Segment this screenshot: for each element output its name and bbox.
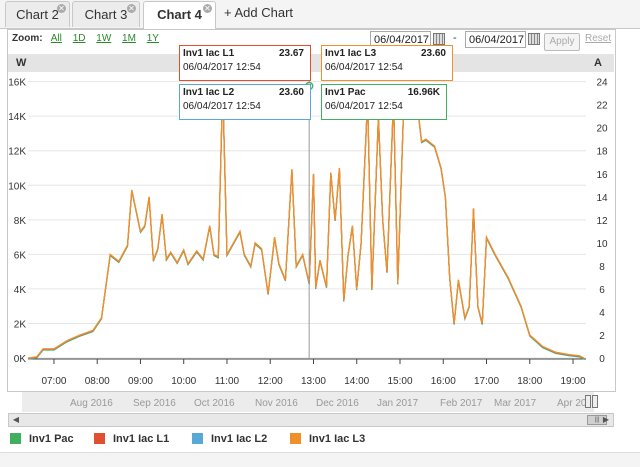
- tooltip-series-name: Inv1 Pac: [325, 87, 366, 98]
- nav-label: Dec 2016: [316, 398, 359, 409]
- legend-swatch: [10, 433, 21, 444]
- y-left-tick-label: 6K: [14, 250, 27, 261]
- x-tick-label: 17:00: [474, 376, 499, 387]
- x-tick-label: 08:00: [85, 376, 110, 387]
- x-tick-label: 19:00: [561, 376, 586, 387]
- navigator-handle[interactable]: [592, 395, 598, 408]
- x-tick-label: 09:00: [128, 376, 153, 387]
- tooltip-pac: Inv1 Pac 16.96K 06/04/2017 12:54: [321, 84, 447, 120]
- tooltip-value: 23.60: [420, 48, 446, 59]
- tooltip-time: 06/04/2017 12:54: [325, 101, 403, 112]
- y-right-tick-label: 22: [596, 101, 608, 112]
- scroll-left-arrow-icon[interactable]: ◀: [9, 414, 23, 426]
- nav-label: Jan 2017: [377, 398, 419, 409]
- tooltip-time: 06/04/2017 12:54: [325, 62, 403, 73]
- y-right-tick-label: 10: [596, 239, 608, 250]
- y-right-tick-label: 18: [596, 147, 608, 158]
- tooltip-value: 23.60: [278, 87, 304, 98]
- x-tick-label: 15:00: [387, 376, 412, 387]
- legend-item-iac-l1[interactable]: Inv1 Iac L1: [94, 433, 169, 445]
- tooltip-time: 06/04/2017 12:54: [183, 62, 261, 73]
- x-tick-label: 14:00: [344, 376, 369, 387]
- y-right-tick-label: 0: [599, 354, 605, 365]
- x-tick-label: 10:00: [171, 376, 196, 387]
- tooltip-value: 23.67: [278, 48, 304, 59]
- tooltip-time: 06/04/2017 12:54: [183, 101, 261, 112]
- y-left-tick-label: 12K: [8, 147, 26, 158]
- tooltip-iac-l3: Inv1 Iac L3 23.60 06/04/2017 12:54: [321, 45, 453, 81]
- scrollbar[interactable]: ◀ ||| ▶: [8, 413, 614, 427]
- y-right-tick-label: 14: [596, 193, 608, 204]
- y-right-tick-label: 12: [596, 216, 608, 227]
- legend-label: Inv1 Pac: [29, 433, 74, 445]
- tooltip-series-name: Inv1 Iac L2: [183, 87, 235, 98]
- nav-label: Apr 20: [557, 398, 587, 409]
- y-left-tick-label: 16K: [8, 78, 26, 89]
- y-right-tick-label: 4: [599, 308, 605, 319]
- nav-label: Feb 2017: [440, 398, 483, 409]
- scroll-right-arrow-icon[interactable]: ▶: [599, 414, 613, 426]
- tooltip-value: 16.96K: [407, 87, 440, 98]
- y-right-tick-label: 24: [596, 78, 608, 89]
- tooltip-series-name: Inv1 Iac L3: [325, 48, 377, 59]
- y-right-tick-label: 16: [596, 170, 608, 181]
- x-tick-label: 13:00: [301, 376, 326, 387]
- y-left-tick-label: 2K: [14, 319, 27, 330]
- legend: Inv1 Pac Inv1 Iac L1 Inv1 Iac L2 Inv1 Ia…: [0, 430, 640, 450]
- nav-label: Aug 2016: [70, 398, 113, 409]
- series-line-iac-l3: [27, 86, 585, 359]
- legend-item-iac-l3[interactable]: Inv1 Iac L3: [290, 433, 365, 445]
- nav-label: Mar 2017: [494, 398, 537, 409]
- legend-swatch: [192, 433, 203, 444]
- nav-label: Oct 2016: [194, 398, 235, 409]
- navigator-handle[interactable]: [585, 395, 591, 408]
- y-left-tick-label: 4K: [14, 285, 27, 296]
- y-right-tick-label: 2: [599, 331, 605, 342]
- series-line-iac-l2: [27, 86, 585, 360]
- x-tick-label: 18:00: [517, 376, 542, 387]
- tooltip-iac-l1: Inv1 Iac L1 23.67 06/04/2017 12:54: [179, 45, 311, 81]
- legend-item-pac[interactable]: Inv1 Pac: [10, 433, 74, 445]
- y-left-tick-label: 0K: [14, 354, 27, 365]
- y-right-tick-label: 8: [599, 262, 605, 273]
- y-right-tick-label: 20: [596, 124, 608, 135]
- y-right-tick-label: 6: [599, 285, 605, 296]
- series-line-pac: [27, 87, 585, 360]
- legend-label: Inv1 Iac L3: [309, 433, 366, 445]
- x-tick-label: 11:00: [215, 376, 240, 387]
- tooltip-series-name: Inv1 Iac L1: [183, 48, 235, 59]
- legend-swatch: [290, 433, 301, 444]
- y-left-tick-label: 14K: [8, 112, 26, 123]
- range-navigator[interactable]: Aug 2016 Sep 2016 Oct 2016 Nov 2016 Dec …: [22, 392, 598, 412]
- x-tick-label: 16:00: [431, 376, 456, 387]
- x-tick-label: 07:00: [41, 376, 66, 387]
- nav-label: Nov 2016: [255, 398, 298, 409]
- bottom-strip: [0, 452, 640, 467]
- tooltip-iac-l2: Inv1 Iac L2 23.60 06/04/2017 12:54: [179, 84, 311, 120]
- x-tick-label: 12:00: [258, 376, 283, 387]
- nav-label: Sep 2016: [133, 398, 176, 409]
- legend-item-iac-l2[interactable]: Inv1 Iac L2: [192, 433, 267, 445]
- y-left-tick-label: 10K: [8, 181, 26, 192]
- legend-label: Inv1 Iac L1: [113, 433, 170, 445]
- legend-swatch: [94, 433, 105, 444]
- series-line-iac-l1: [27, 86, 585, 359]
- y-left-tick-label: 8K: [14, 216, 27, 227]
- legend-label: Inv1 Iac L2: [211, 433, 268, 445]
